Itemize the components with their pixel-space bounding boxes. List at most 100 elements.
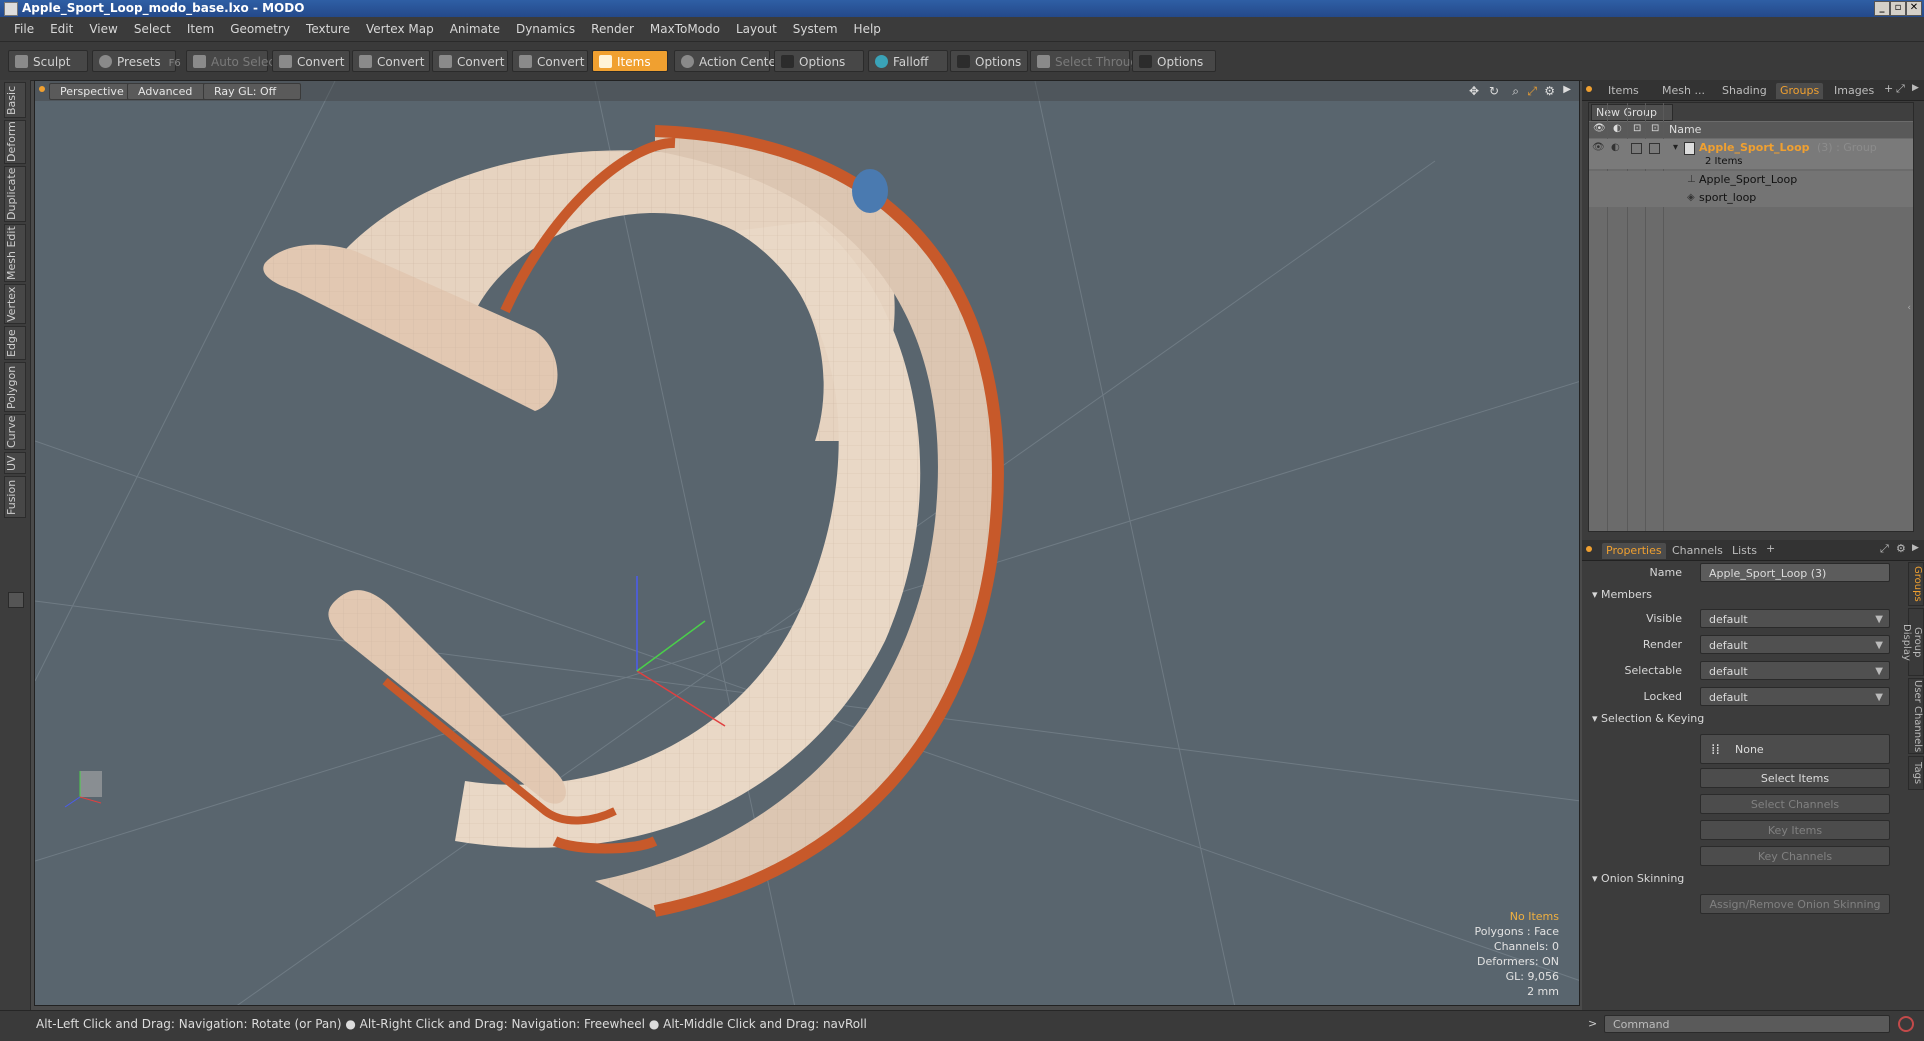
visibility-toggle[interactable]: 👁 (1592, 139, 1605, 157)
side-tab-groups[interactable]: Groups (1908, 562, 1924, 606)
options-button-1[interactable]: Options (774, 50, 864, 72)
popout-icon[interactable]: ⤢ (1896, 82, 1905, 96)
members-section[interactable]: ▾ Members (1592, 588, 1652, 601)
lock-toggle[interactable] (1631, 143, 1642, 154)
auto-select-button[interactable]: Auto Select (186, 50, 280, 72)
panel-menu-dot[interactable] (1586, 86, 1592, 92)
menu-geometry[interactable]: Geometry (222, 17, 298, 41)
add-tab-icon[interactable]: + (1884, 82, 1893, 95)
side-tab-group-display[interactable]: Group Display (1901, 608, 1924, 676)
items-mode-button[interactable]: Items (592, 50, 668, 72)
options-button-2[interactable]: Options (950, 50, 1028, 72)
maximize-viewport-icon[interactable]: ⤢ (1527, 84, 1537, 99)
render-select[interactable]: default ▼ (1700, 635, 1890, 654)
tab-fusion[interactable]: Fusion (4, 476, 26, 518)
menu-edit[interactable]: Edit (42, 17, 81, 41)
tab-groups[interactable]: Groups (1776, 83, 1824, 99)
render-toggle[interactable]: ◐ (1611, 139, 1620, 157)
select-toggle[interactable] (1649, 143, 1660, 154)
raygl-toggle[interactable]: Ray GL: Off (203, 83, 301, 100)
selection-keying-section[interactable]: ▾ Selection & Keying (1592, 712, 1704, 725)
sculpt-button[interactable]: Sculpt (8, 50, 88, 72)
pan-icon[interactable]: ✥ (1469, 84, 1479, 98)
gear-icon[interactable]: ⚙ (1544, 84, 1555, 98)
key-items-button[interactable]: Key Items (1700, 820, 1890, 840)
expand-icon[interactable] (8, 592, 24, 608)
convert-button-1[interactable]: Convert (272, 50, 350, 72)
tab-shading[interactable]: Shading (1718, 83, 1771, 99)
zoom-icon[interactable]: ⌕ (1512, 84, 1519, 99)
locked-select[interactable]: default ▼ (1700, 687, 1890, 706)
viewport-expand-icon[interactable]: ▶ (1563, 84, 1571, 95)
assign-onion-button[interactable]: Assign/Remove Onion Skinning (1700, 894, 1890, 914)
properties-menu-dot[interactable] (1586, 546, 1592, 552)
tab-images[interactable]: Images (1830, 83, 1878, 99)
convert-button-2[interactable]: Convert (352, 50, 430, 72)
tab-duplicate[interactable]: Duplicate (4, 166, 26, 222)
tab-deform[interactable]: Deform (4, 120, 26, 164)
maximize-button[interactable]: ▫ (1890, 1, 1906, 16)
expand-group-icon[interactable]: ▾ (1673, 139, 1678, 157)
3d-viewport[interactable]: Perspective Advanced Ray GL: Off ✥ ↻ ⌕ ⤢… (34, 80, 1580, 1006)
key-channels-button[interactable]: Key Channels (1700, 846, 1890, 866)
popout-icon[interactable]: ⤢ (1880, 542, 1889, 556)
side-tab-tags[interactable]: Tags (1908, 756, 1924, 790)
name-field[interactable]: Apple_Sport_Loop (3) (1700, 563, 1890, 582)
menu-help[interactable]: Help (846, 17, 889, 41)
tab-basic[interactable]: Basic (4, 82, 26, 118)
minimize-button[interactable]: _ (1874, 1, 1890, 16)
group-member-row[interactable]: ◈ sport_loop (1589, 189, 1913, 207)
select-items-button[interactable]: Select Items (1700, 768, 1890, 788)
tab-lists[interactable]: Lists (1728, 543, 1761, 559)
group-row[interactable]: 👁 ◐ ▾ Apple_Sport_Loop (3) : Group 2 Ite… (1589, 139, 1913, 169)
viewport-menu-dot[interactable] (39, 86, 45, 92)
tab-polygon[interactable]: Polygon (4, 362, 26, 412)
gear-icon[interactable]: ⚙ (1896, 542, 1906, 555)
select-through-button[interactable]: Select Through (1030, 50, 1146, 72)
falloff-button[interactable]: Falloff (868, 50, 948, 72)
record-icon[interactable] (1898, 1016, 1914, 1032)
menu-dynamics[interactable]: Dynamics (508, 17, 583, 41)
menu-select[interactable]: Select (126, 17, 179, 41)
scroll-handle[interactable]: ‹ (1907, 303, 1911, 313)
onion-skinning-section[interactable]: ▾ Onion Skinning (1592, 872, 1684, 885)
panel-expand-icon[interactable]: ▶ (1912, 83, 1919, 93)
select-channels-button[interactable]: Select Channels (1700, 794, 1890, 814)
menu-texture[interactable]: Texture (298, 17, 358, 41)
menu-system[interactable]: System (785, 17, 846, 41)
convert-button-4[interactable]: Convert (512, 50, 588, 72)
rotate-icon[interactable]: ↻ (1489, 84, 1499, 98)
menu-layout[interactable]: Layout (728, 17, 785, 41)
tab-edge[interactable]: Edge (4, 326, 26, 360)
close-button[interactable]: ✕ (1906, 1, 1922, 16)
name-column-header[interactable]: Name (1669, 123, 1701, 136)
tab-vertex[interactable]: Vertex (4, 284, 26, 324)
menu-render[interactable]: Render (583, 17, 642, 41)
menu-file[interactable]: File (6, 17, 42, 41)
tab-channels[interactable]: Channels (1668, 543, 1727, 559)
tab-uv[interactable]: UV (4, 452, 26, 474)
new-group-button[interactable]: New Group (1591, 104, 1673, 121)
visible-select[interactable]: default ▼ (1700, 609, 1890, 628)
command-field[interactable]: Command (1604, 1015, 1890, 1033)
tab-mesh-edit[interactable]: Mesh Edit (4, 224, 26, 282)
menu-animate[interactable]: Animate (442, 17, 508, 41)
add-tab-icon[interactable]: + (1766, 542, 1775, 555)
tab-curve[interactable]: Curve (4, 414, 26, 450)
group-member-row[interactable]: ⊥ Apple_Sport_Loop (1589, 171, 1913, 189)
selectable-select[interactable]: default ▼ (1700, 661, 1890, 680)
action-center-button[interactable]: Action Center (674, 50, 781, 72)
menu-maxtomodo[interactable]: MaxToModo (642, 17, 728, 41)
presets-button[interactable]: Presets F6 (92, 50, 181, 72)
tab-mesh[interactable]: Mesh ... (1658, 83, 1709, 99)
panel-expand-icon[interactable]: ▶ (1912, 543, 1919, 553)
menu-item[interactable]: Item (179, 17, 222, 41)
tab-properties[interactable]: Properties (1602, 543, 1666, 559)
tab-items[interactable]: Items (1604, 83, 1643, 99)
side-tab-user-channels[interactable]: User Channels (1908, 678, 1924, 754)
none-button[interactable]: ⁞⁞ None (1700, 734, 1890, 764)
options-button-3[interactable]: Options (1132, 50, 1216, 72)
menu-view[interactable]: View (81, 17, 125, 41)
menu-vertex-map[interactable]: Vertex Map (358, 17, 442, 41)
convert-button-3[interactable]: Convert (432, 50, 508, 72)
